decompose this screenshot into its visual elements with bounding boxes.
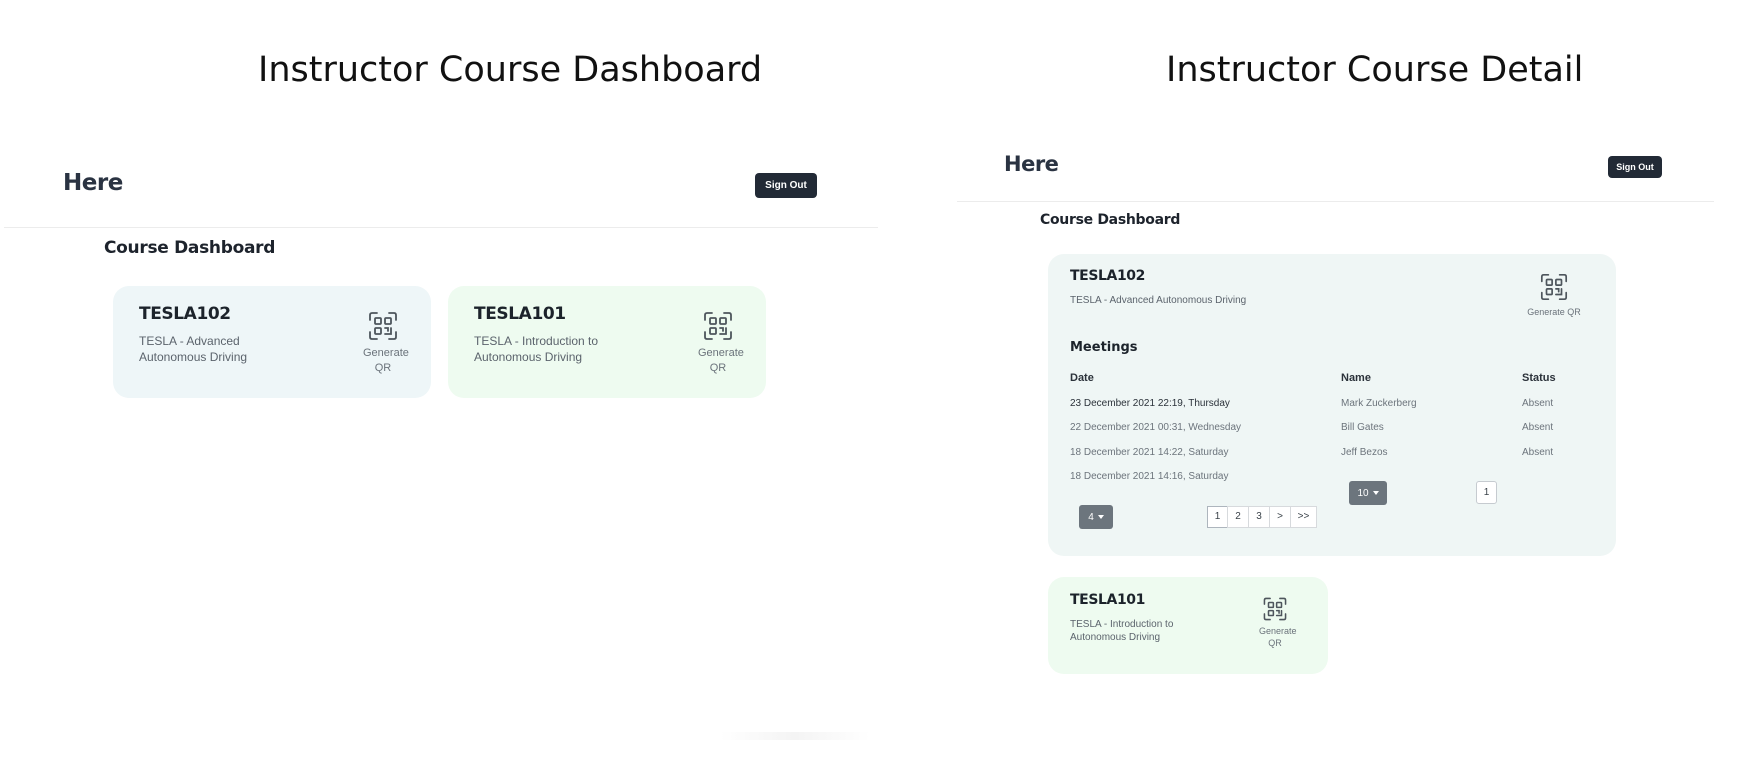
- page-link-last[interactable]: >>: [1290, 506, 1317, 528]
- dashboard-screenshot: Here Sign Out Course Dashboard TESLA102 …: [4, 150, 878, 740]
- generate-qr-button[interactable]: Generate QR: [1253, 596, 1297, 649]
- attendee-name: Mark Zuckerberg: [1341, 398, 1417, 409]
- page-link-1[interactable]: 1: [1207, 506, 1228, 528]
- app-header: Here Sign Out: [4, 150, 878, 228]
- dates-page-size-dropdown[interactable]: 4: [1079, 505, 1113, 529]
- course-card-tesla101[interactable]: TESLA101 TESLA - Introduction to Autonom…: [1048, 577, 1328, 674]
- attendee-name: Bill Gates: [1341, 422, 1384, 433]
- qr-scan-icon: [1263, 597, 1287, 621]
- course-card-tesla101[interactable]: TESLA101 TESLA - Introduction to Autonom…: [448, 286, 766, 398]
- date-column-header: Date: [1070, 372, 1094, 384]
- generate-qr-label: Generate QR: [1259, 626, 1297, 649]
- attendance-page-size-dropdown[interactable]: 10: [1349, 481, 1387, 505]
- course-code: TESLA101: [474, 304, 566, 324]
- page-size-value: 4: [1088, 511, 1094, 523]
- course-card-tesla102[interactable]: TESLA102 TESLA - Advanced Autonomous Dri…: [113, 286, 431, 398]
- attendance-status: Absent: [1522, 398, 1554, 409]
- page-link-2[interactable]: 2: [1227, 506, 1249, 528]
- qr-scan-icon: [1540, 273, 1568, 301]
- course-card-tesla102-expanded[interactable]: TESLA102 TESLA - Advanced Autonomous Dri…: [1048, 254, 1616, 556]
- status-column-header: Status: [1522, 372, 1556, 384]
- course-code: TESLA102: [1070, 268, 1145, 284]
- course-name: TESLA - Introduction to Autonomous Drivi…: [1070, 619, 1174, 643]
- caret-down-icon: [1097, 515, 1104, 519]
- generate-qr-label: Generate QR: [698, 347, 744, 374]
- attendee-name: Jeff Bezos: [1341, 447, 1388, 458]
- sign-out-button[interactable]: Sign Out: [755, 173, 817, 198]
- attendance-status: Absent: [1522, 422, 1554, 433]
- app-header: Here Sign Out: [957, 130, 1714, 202]
- brand-logo[interactable]: Here: [63, 170, 123, 196]
- generate-qr-button[interactable]: Generate QR: [688, 310, 748, 376]
- generate-qr-label: Generate QR: [363, 347, 409, 374]
- course-name: TESLA - Advanced Autonomous Driving: [1070, 295, 1247, 306]
- attendance-status: Absent: [1522, 447, 1554, 458]
- qr-scan-icon: [704, 312, 732, 340]
- page-link-next[interactable]: >: [1269, 506, 1291, 528]
- meeting-date-row[interactable]: 18 December 2021 14:22, Saturday: [1070, 447, 1228, 458]
- course-code: TESLA102: [139, 304, 231, 324]
- course-code: TESLA101: [1070, 592, 1145, 608]
- left-slide-title: Instructor Course Dashboard: [258, 50, 763, 90]
- generate-qr-button[interactable]: Generate QR: [1524, 272, 1584, 318]
- page-title: Course Dashboard: [1040, 212, 1181, 228]
- attendance-page-link-1[interactable]: 1: [1476, 481, 1497, 504]
- right-slide-title: Instructor Course Detail: [1166, 50, 1584, 90]
- brand-logo[interactable]: Here: [1004, 152, 1059, 176]
- meetings-heading: Meetings: [1070, 340, 1138, 355]
- course-name: TESLA - Introduction to Autonomous Drivi…: [474, 334, 599, 364]
- dates-pagination: 1 2 3 > >>: [1207, 506, 1317, 528]
- page-title: Course Dashboard: [104, 238, 276, 258]
- name-column-header: Name: [1341, 372, 1371, 384]
- page-link-3[interactable]: 3: [1248, 506, 1270, 528]
- generate-qr-button[interactable]: Generate QR: [353, 310, 413, 376]
- meeting-date-row[interactable]: 23 December 2021 22:19, Thursday: [1070, 398, 1230, 409]
- meeting-date-row[interactable]: 22 December 2021 00:31, Wednesday: [1070, 422, 1241, 433]
- scroll-shadow: [720, 732, 870, 740]
- detail-screenshot: Here Sign Out Course Dashboard TESLA102 …: [957, 130, 1714, 690]
- course-name: TESLA - Advanced Autonomous Driving: [139, 334, 248, 364]
- sign-out-button[interactable]: Sign Out: [1608, 156, 1662, 178]
- qr-scan-icon: [369, 312, 397, 340]
- generate-qr-label: Generate QR: [1527, 307, 1581, 317]
- page-size-value: 10: [1357, 487, 1369, 499]
- meeting-date-row[interactable]: 18 December 2021 14:16, Saturday: [1070, 471, 1228, 482]
- caret-down-icon: [1372, 491, 1379, 495]
